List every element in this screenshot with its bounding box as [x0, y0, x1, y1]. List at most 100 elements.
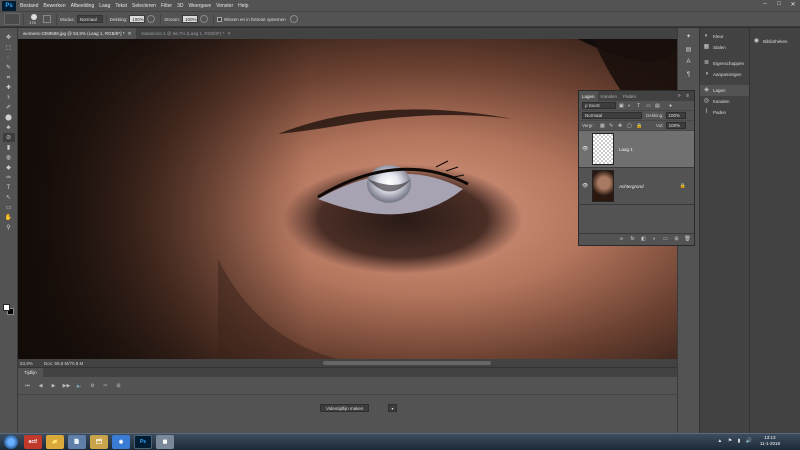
character-panel-icon[interactable]: A	[682, 57, 696, 67]
properties-panel-icon[interactable]: ▤	[682, 44, 696, 54]
calculator-app-icon[interactable]: ▦	[156, 435, 174, 449]
first-frame-icon[interactable]: ⏮	[23, 382, 32, 390]
new-adjustment-icon[interactable]: ◐	[651, 236, 658, 243]
explorer-app-icon[interactable]: 📁	[46, 435, 64, 449]
layer-row[interactable]: 👁 Achtergrond 🔒	[579, 168, 694, 205]
create-video-timeline-button[interactable]: Videotijdlijn maken	[320, 404, 370, 412]
close-tab-icon[interactable]: ✕	[227, 31, 231, 37]
layer-fill-input[interactable]: 100%	[665, 122, 686, 129]
menu-laag[interactable]: Laag	[99, 3, 110, 9]
tab-kanalen[interactable]: Kanalen	[598, 91, 621, 101]
tab-naamloos[interactable]: Naamloos-1 @ 66,7% (Laag 1, RGB/8*) * ✕	[136, 28, 236, 39]
healing-tool-icon[interactable]: ⚕	[3, 93, 15, 102]
minimize-button[interactable]: –	[760, 1, 770, 10]
history-panel-icon[interactable]: ✦	[682, 31, 696, 41]
timeline-mode-dropdown[interactable]: ▾	[388, 404, 397, 412]
menu-afbeelding[interactable]: Afbeelding	[71, 3, 95, 9]
horizontal-scrollbar[interactable]	[323, 361, 491, 365]
gradient-tool-icon[interactable]: ▮	[3, 143, 15, 152]
chrome-app-icon[interactable]: ◉	[112, 435, 130, 449]
pressure-opacity-icon[interactable]	[147, 15, 156, 23]
menu-help[interactable]: Help	[238, 3, 248, 9]
photoshop-app-icon[interactable]: Ps	[134, 435, 152, 449]
menu-bestand[interactable]: Bestand	[20, 3, 38, 9]
lasso-tool-icon[interactable]: ◌	[3, 53, 15, 62]
clone-stamp-tool-icon[interactable]: ⬤	[3, 113, 15, 122]
tab-paden[interactable]: Paden	[620, 91, 639, 101]
maximize-button[interactable]: □	[774, 1, 784, 10]
delete-layer-icon[interactable]: 🗑	[684, 236, 691, 243]
dock-item-stalen[interactable]: ▦ Stalen	[700, 42, 749, 53]
split-icon[interactable]: ✂	[101, 382, 110, 390]
panel-menu-icon[interactable]: » ≡	[678, 93, 691, 99]
dock-item-eigenschappen[interactable]: ≣ Eigenschappen	[700, 58, 749, 69]
blur-tool-icon[interactable]: ◍	[3, 153, 15, 162]
type-tool-icon[interactable]: T	[3, 183, 15, 192]
dock-item-paden[interactable]: ⌇ Paden	[700, 107, 749, 118]
close-button[interactable]: ✕	[788, 1, 798, 10]
layer-row[interactable]: 👁 Laag 1	[579, 131, 694, 168]
transition-icon[interactable]: ⊞	[114, 382, 123, 390]
pixel-filter-icon[interactable]: ▣	[619, 103, 625, 109]
path-select-tool-icon[interactable]: ↖	[3, 193, 15, 202]
lock-all-icon[interactable]: 🔒	[636, 123, 642, 129]
layer-opacity-input[interactable]: 100%	[665, 112, 686, 119]
next-frame-icon[interactable]: ▶▶	[62, 382, 71, 390]
pen-tool-icon[interactable]: ✑	[3, 173, 15, 182]
menu-bewerken[interactable]: Bewerken	[43, 3, 65, 9]
link-layers-icon[interactable]: ∞	[618, 236, 625, 243]
brush-preset-picker[interactable]: 175	[27, 13, 41, 25]
settings-icon[interactable]: ⚙	[88, 382, 97, 390]
hand-tool-icon[interactable]: ✋	[3, 213, 15, 222]
add-mask-icon[interactable]: ◧	[640, 236, 647, 243]
dodge-tool-icon[interactable]: ◆	[3, 163, 15, 172]
flow-input[interactable]: 100%	[182, 15, 199, 23]
clock[interactable]: 13:13 11-1-2018	[760, 435, 780, 447]
start-button[interactable]	[4, 435, 18, 449]
system-tray-icons[interactable]: ▲ ⚑ ▮ 🔊	[717, 438, 754, 444]
play-icon[interactable]: ▶	[49, 382, 58, 390]
audio-icon[interactable]: 🔈	[75, 382, 84, 390]
eyedropper-tool-icon[interactable]: ✚	[3, 83, 15, 92]
new-group-icon[interactable]: ▭	[662, 236, 669, 243]
erase-history-checkbox[interactable]	[217, 16, 223, 22]
brush-settings-icon[interactable]	[43, 15, 51, 23]
blend-mode-select[interactable]: Normaal	[582, 112, 642, 119]
menu-weergave[interactable]: Weergave	[188, 3, 211, 9]
dock-item-bibliotheken[interactable]: ◉ Bibliotheken	[750, 36, 800, 47]
lock-artboard-icon[interactable]: ▢	[627, 123, 633, 129]
menu-filter[interactable]: Filter	[161, 3, 172, 9]
brush-tool-icon[interactable]: ✐	[3, 103, 15, 112]
zoom-tool-icon[interactable]: ⚲	[3, 223, 15, 232]
smart-object-filter-icon[interactable]: ▤	[655, 103, 661, 109]
lock-position-icon[interactable]: ✥	[618, 123, 624, 129]
layer-style-icon[interactable]: fx	[629, 236, 636, 243]
mode-select[interactable]: Normaal	[76, 15, 103, 23]
history-brush-tool-icon[interactable]: ♣	[3, 123, 15, 132]
tool-preset-picker[interactable]	[4, 13, 20, 25]
lock-transparency-icon[interactable]: ▦	[600, 123, 606, 129]
marquee-tool-icon[interactable]: ⬚	[3, 43, 15, 52]
quick-select-tool-icon[interactable]: ✎	[3, 63, 15, 72]
tab-lagen[interactable]: Lagen	[579, 91, 598, 101]
shape-filter-icon[interactable]: ▭	[646, 103, 652, 109]
crop-tool-icon[interactable]: ⌗	[3, 73, 15, 82]
eraser-tool-icon[interactable]: ⊘	[2, 133, 15, 142]
layer-filter-select[interactable]: ρ Soort	[582, 102, 616, 109]
visibility-eye-icon[interactable]: 👁	[582, 183, 588, 189]
zoom-level[interactable]: 53,9%	[18, 361, 42, 366]
adjustment-filter-icon[interactable]: ◐	[628, 103, 634, 109]
pressure-size-icon[interactable]	[289, 15, 298, 23]
opacity-input[interactable]: 100%	[129, 15, 146, 23]
tab-womens[interactable]: womens-2359588.jpg @ 53,9% (Laag 1, RGB/…	[18, 28, 137, 39]
foreground-color-swatch[interactable]	[3, 304, 10, 311]
folder-app-icon[interactable]: 🗂	[90, 435, 108, 449]
paragraph-panel-icon[interactable]: ¶	[682, 70, 696, 80]
new-layer-icon[interactable]: ⊞	[673, 236, 680, 243]
dock-item-lagen[interactable]: ◈ Lagen	[700, 85, 749, 96]
close-tab-icon[interactable]: ✕	[128, 31, 132, 37]
act-app-icon[interactable]: act!	[24, 435, 42, 449]
document-app-icon[interactable]: 📄	[68, 435, 86, 449]
menu-tekst[interactable]: Tekst	[115, 3, 127, 9]
airbrush-icon[interactable]	[200, 15, 209, 23]
